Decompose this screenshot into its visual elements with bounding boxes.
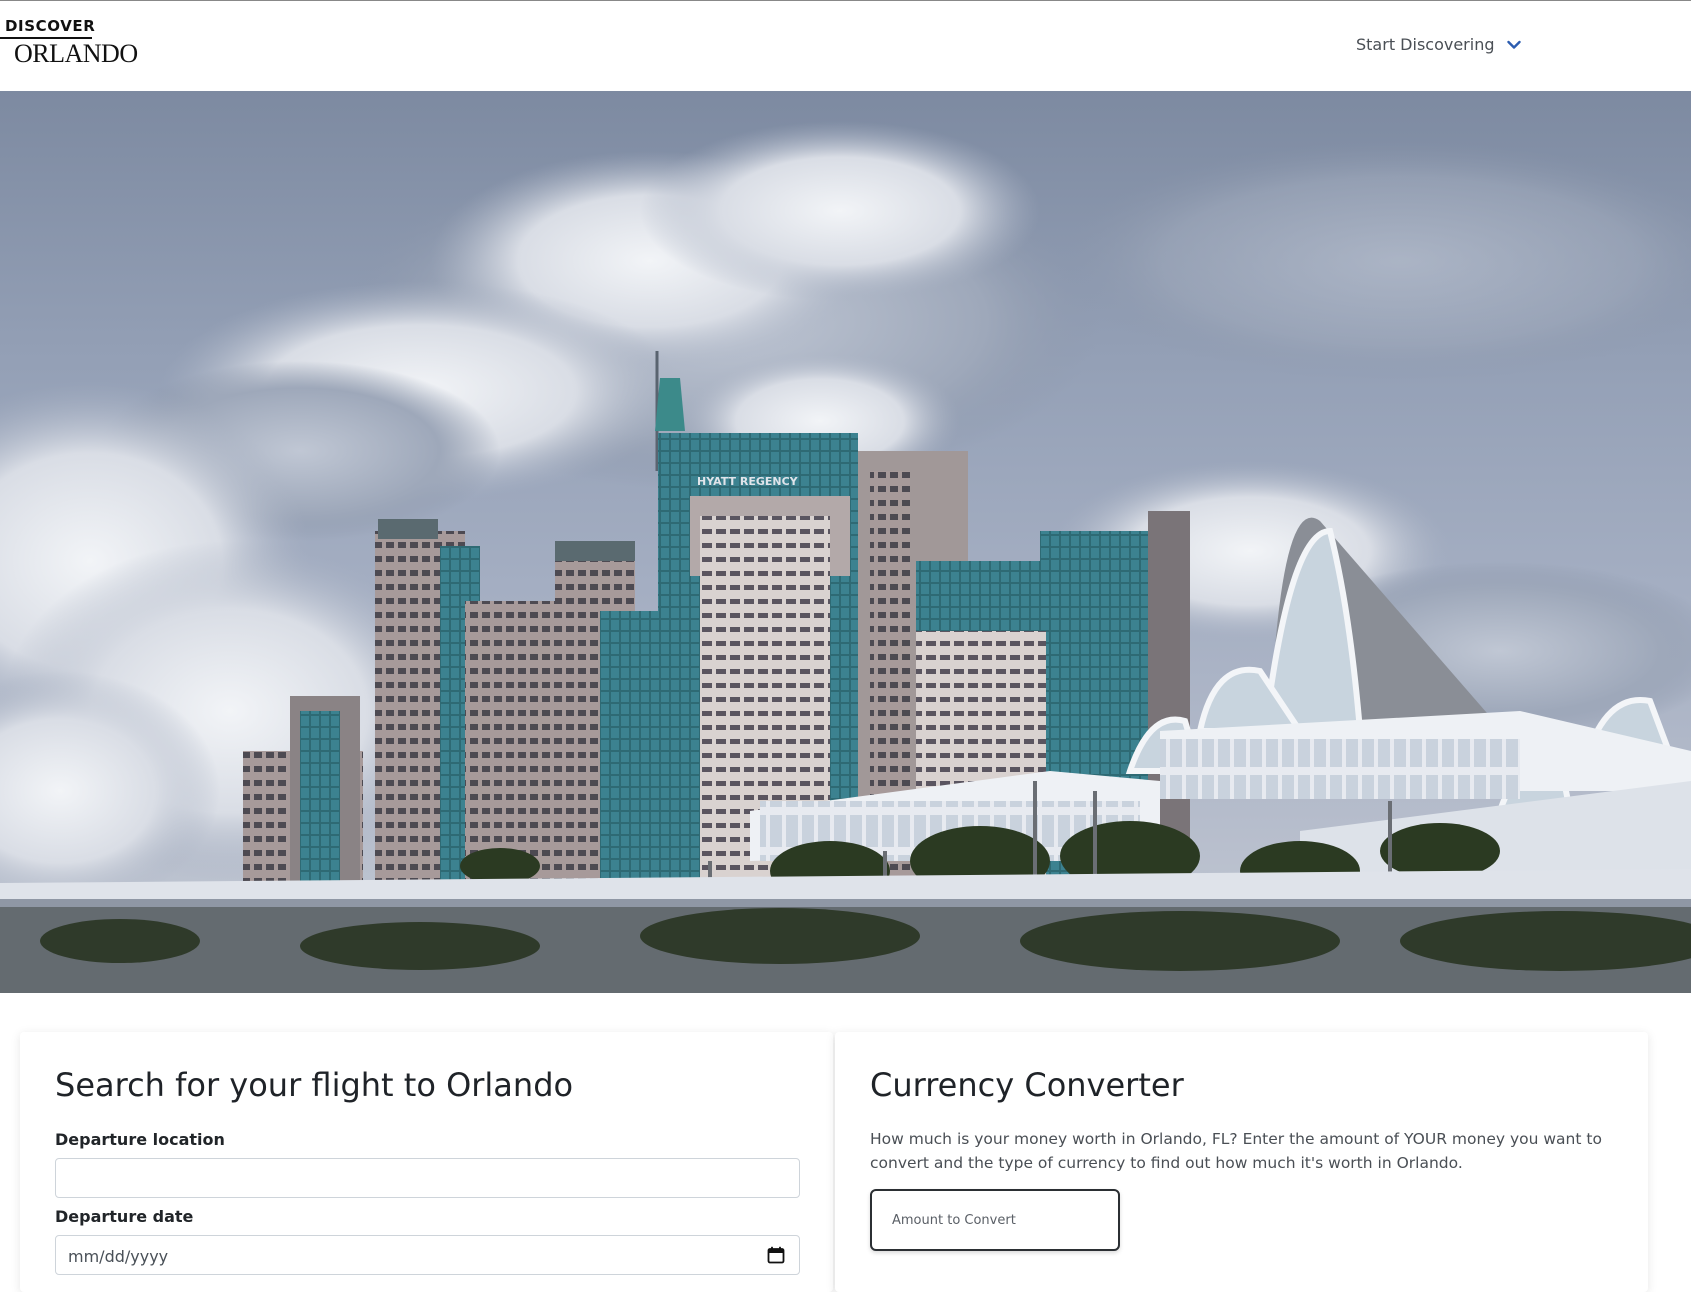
date-placeholder: mm/dd/yyyy <box>68 1247 169 1266</box>
hero-image-orlando-skyline: HYATT REGENCY <box>0 91 1691 993</box>
logo-bottom-text: ORLANDO <box>14 39 138 68</box>
nav-dropdown-label: Start Discovering <box>1356 35 1495 54</box>
chevron-down-icon <box>1506 40 1521 50</box>
currency-description: How much is your money worth in Orlando,… <box>870 1130 1602 1172</box>
currency-converter-card: Currency Converter How much is your mone… <box>835 1032 1648 1292</box>
site-header: DISCOVER ORLANDO Start Discovering <box>0 1 1691 91</box>
start-discovering-dropdown[interactable]: Start Discovering <box>1356 35 1521 54</box>
currency-converter-title: Currency Converter <box>870 1066 1184 1104</box>
calendar-icon[interactable] <box>767 1246 785 1268</box>
flight-search-title: Search for your flight to Orlando <box>55 1066 574 1104</box>
discover-orlando-logo[interactable]: DISCOVER ORLANDO <box>0 17 140 71</box>
departure-date-label: Departure date <box>55 1207 194 1226</box>
flight-search-card: Search for your flight to Orlando Depart… <box>20 1032 833 1292</box>
departure-location-label: Departure location <box>55 1130 225 1149</box>
departure-location-input[interactable] <box>55 1158 800 1198</box>
departure-date-input[interactable]: mm/dd/yyyy <box>55 1235 800 1275</box>
logo-top-text: DISCOVER <box>5 17 96 35</box>
amount-to-convert-input[interactable] <box>870 1189 1120 1251</box>
hotel-sign: HYATT REGENCY <box>697 475 799 488</box>
